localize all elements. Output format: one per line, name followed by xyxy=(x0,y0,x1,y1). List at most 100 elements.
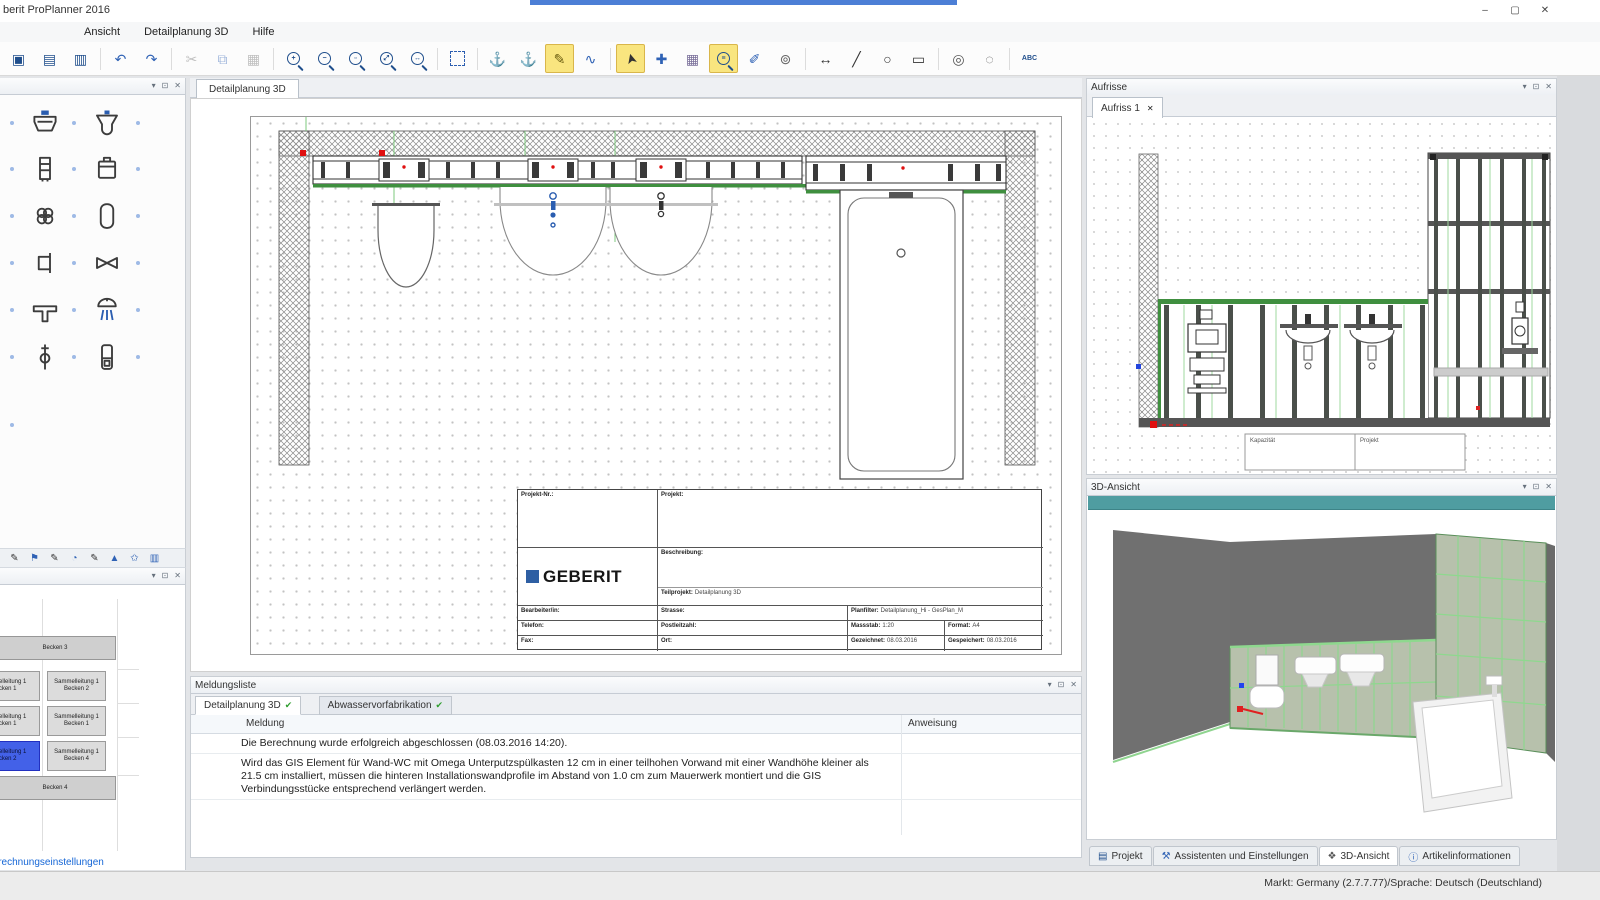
copy-button[interactable]: ⧉ xyxy=(208,44,237,73)
hatch-ellipse-button[interactable]: ◎ xyxy=(944,44,973,73)
close-icon[interactable]: ✕ xyxy=(1545,483,1552,491)
insert-anchor-button[interactable]: ⚓ xyxy=(483,44,512,73)
paste-button[interactable]: ▦ xyxy=(239,44,268,73)
tab-assistenten-und-einstellungen[interactable]: ⚒Assistenten und Einstellungen xyxy=(1153,846,1318,866)
scheme-node-left-3[interactable]: Sammelleitung 1Becken 2 xyxy=(0,741,40,771)
pen-tool-2-button[interactable]: ✎ xyxy=(86,550,103,566)
zoom-in-button[interactable]: + xyxy=(279,44,308,73)
tab-aufriss-1[interactable]: Aufriss 1 ✕ xyxy=(1092,97,1163,119)
washbasin-icon[interactable] xyxy=(28,106,62,140)
flag-tool-button[interactable]: ⚑ xyxy=(26,550,43,566)
shower-icon[interactable] xyxy=(90,293,124,327)
marquee-select-button[interactable] xyxy=(443,44,472,73)
dimension-button[interactable]: ↔ xyxy=(811,44,840,73)
snap-dot xyxy=(136,261,140,265)
minimize-button[interactable]: – xyxy=(1470,0,1500,21)
note-tool-button[interactable]: ✎ xyxy=(6,550,23,566)
close-button[interactable]: ✕ xyxy=(1530,0,1560,21)
pin-icon[interactable]: ⊡ xyxy=(162,572,169,580)
piping-scheme[interactable]: Becken 3Sammelleitung 1Becken 1Sammellei… xyxy=(0,585,185,871)
redo-button[interactable]: ↷ xyxy=(137,44,166,73)
scheme-node-becken-3[interactable]: Becken 3 xyxy=(0,636,116,660)
pin-icon[interactable]: ⊡ xyxy=(162,82,169,90)
tab-projekt[interactable]: ▤Projekt xyxy=(1089,846,1152,866)
menu-hilfe[interactable]: Hilfe xyxy=(240,26,286,38)
scheme-node-right-1[interactable]: Sammelleitung 1Becken 2 xyxy=(47,671,106,701)
scheme-node-left-1[interactable]: Sammelleitung 1Becken 1 xyxy=(0,671,40,701)
fixture-palette[interactable] xyxy=(0,95,185,549)
berechnungseinstellungen-link[interactable]: Berechnungseinstellungen xyxy=(0,857,104,868)
tab-3d-ansicht[interactable]: ❖3D-Ansicht xyxy=(1319,846,1399,866)
tab-detailplanung-3d[interactable]: Detailplanung 3D xyxy=(196,79,299,99)
zoom-out-button[interactable]: − xyxy=(310,44,339,73)
marker-tool-button[interactable]: ▲ xyxy=(106,550,123,566)
maximize-button[interactable]: ▢ xyxy=(1500,0,1530,21)
message-tab-detailplanung-3d[interactable]: Detailplanung 3D✔ xyxy=(195,696,301,715)
menu-detailplanung-3d[interactable]: Detailplanung 3D xyxy=(132,26,240,38)
scheme-node-right-3[interactable]: Sammelleitung 1Becken 4 xyxy=(47,741,106,771)
cistern-icon[interactable] xyxy=(90,152,124,186)
window-position-icon[interactable]: ▾ xyxy=(1048,681,1052,689)
zoom-element-button[interactable]: ≡ xyxy=(709,44,738,73)
tab-artikelinformationen[interactable]: ⓘArtikelinformationen xyxy=(1399,846,1519,866)
report-button[interactable]: ▥ xyxy=(66,44,95,73)
cut-button[interactable]: ✂ xyxy=(177,44,206,73)
flush-pipe-icon[interactable] xyxy=(90,340,124,374)
elevation-canvas[interactable]: Kapazität Projekt xyxy=(1088,118,1555,473)
pipe-branch-icon[interactable] xyxy=(28,293,62,327)
message-tab-abwasservorfabrikation[interactable]: Abwasservorfabrikation✔ xyxy=(319,696,452,715)
window-position-icon[interactable]: ▾ xyxy=(1523,483,1527,491)
valve-icon[interactable] xyxy=(90,246,124,280)
chart-tool-button[interactable]: ▥ xyxy=(146,550,163,566)
svg-text:Kapazität: Kapazität xyxy=(1250,438,1275,444)
pin-icon[interactable]: ⊡ xyxy=(1058,681,1065,689)
plan-canvas[interactable]: Projekt-Nr.: Projekt: GEBERIT Beschreibu… xyxy=(190,98,1082,672)
pen-tool-button[interactable]: ✎ xyxy=(46,550,63,566)
close-icon[interactable]: ✕ xyxy=(1545,83,1552,91)
save-button[interactable]: ▣ xyxy=(4,44,33,73)
text-tool-button[interactable]: ABC xyxy=(1015,44,1044,73)
draw-rectangle-button[interactable]: ▭ xyxy=(904,44,933,73)
window-position-icon[interactable]: ▾ xyxy=(1523,83,1527,91)
hatch-circle-button[interactable]: ◌ xyxy=(975,44,1004,73)
print-button[interactable]: ▤ xyxy=(35,44,64,73)
support-frame-icon[interactable] xyxy=(28,152,62,186)
window-position-icon[interactable]: ▾ xyxy=(152,572,156,580)
draw-ellipse-button[interactable]: ○ xyxy=(873,44,902,73)
move-button[interactable]: ✚ xyxy=(647,44,676,73)
zoom-previous-button[interactable]: ↔ xyxy=(403,44,432,73)
bathtub-icon[interactable] xyxy=(90,199,124,233)
insert-anchor-direction-button[interactable]: ⚓ xyxy=(514,44,543,73)
draw-line-button[interactable]: ╱ xyxy=(842,44,871,73)
object-snap-button[interactable]: ⊚ xyxy=(771,44,800,73)
window-position-icon[interactable]: ▾ xyxy=(152,82,156,90)
close-tab-icon[interactable]: ✕ xyxy=(1147,104,1154,113)
label-tool-button[interactable]: ◔ xyxy=(66,550,83,566)
stop-valve-icon[interactable] xyxy=(28,340,62,374)
scheme-node-becken-4[interactable]: Becken 4 xyxy=(0,776,116,800)
ventilator-icon[interactable] xyxy=(28,199,62,233)
scheme-node-right-2[interactable]: Sammelleitung 1Becken 1 xyxy=(47,706,106,736)
pin-icon[interactable]: ⊡ xyxy=(1533,83,1540,91)
close-icon[interactable]: ✕ xyxy=(174,82,181,90)
message-row[interactable]: Wird das GIS Element für Wand-WC mit Ome… xyxy=(191,754,1081,800)
pin-icon[interactable]: ⊡ xyxy=(1533,483,1540,491)
zoom-fit-button[interactable]: ⤢ xyxy=(372,44,401,73)
close-icon[interactable]: ✕ xyxy=(1070,681,1077,689)
scheme-node-left-2[interactable]: Sammelleitung 1Becken 1 xyxy=(0,706,40,736)
menu-ansicht[interactable]: Ansicht xyxy=(72,26,132,38)
measure-button[interactable]: ✐ xyxy=(740,44,769,73)
star-tool-button[interactable]: ✩ xyxy=(126,550,143,566)
urinal-icon[interactable] xyxy=(90,106,124,140)
connect-pipes-button[interactable]: ∿ xyxy=(576,44,605,73)
properties-button[interactable]: ▦ xyxy=(678,44,707,73)
3d-scene[interactable] xyxy=(1088,510,1555,839)
scheme-tick xyxy=(117,737,139,738)
zoom-window-button[interactable]: ▫ xyxy=(341,44,370,73)
select-cursor-button[interactable]: ➤ xyxy=(616,44,645,73)
edit-sketch-button[interactable]: ✎ xyxy=(545,44,574,73)
sink-side-icon[interactable] xyxy=(28,246,62,280)
close-icon[interactable]: ✕ xyxy=(174,572,181,580)
message-row[interactable]: Die Berechnung wurde erfolgreich abgesch… xyxy=(191,734,1081,754)
undo-button[interactable]: ↶ xyxy=(106,44,135,73)
